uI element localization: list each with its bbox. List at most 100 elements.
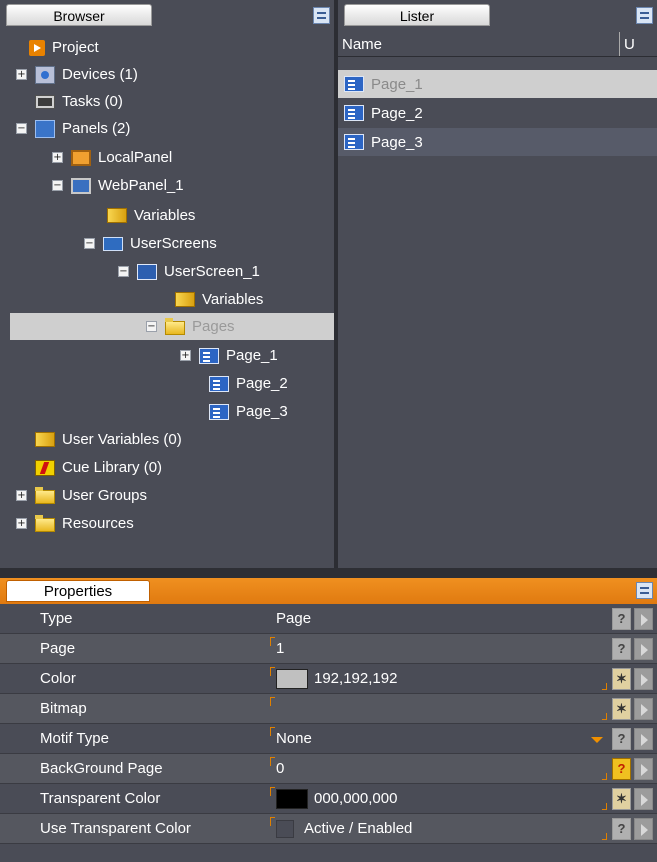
arrow-right-icon[interactable]: [634, 728, 653, 750]
property-row-bitmap[interactable]: Bitmap ✶: [0, 694, 657, 724]
arrow-right-icon[interactable]: [634, 698, 653, 720]
expand-icon[interactable]: +: [52, 152, 63, 163]
expand-icon[interactable]: +: [16, 518, 27, 529]
property-row-motif-type[interactable]: Motif Type None ?: [0, 724, 657, 754]
tree-item-user-variables[interactable]: User Variables (0): [16, 426, 182, 453]
wand-icon[interactable]: ✶: [612, 788, 631, 810]
tree-item-tasks[interactable]: Tasks (0): [16, 88, 123, 115]
horizontal-splitter[interactable]: [0, 568, 657, 578]
property-row-transparent-color[interactable]: Transparent Color 000,000,000 ✶: [0, 784, 657, 814]
help-icon[interactable]: ?: [612, 818, 631, 840]
help-icon[interactable]: ?: [612, 728, 631, 750]
list-item[interactable]: Page_2: [338, 99, 657, 127]
tree-item-page-3[interactable]: Page_3: [190, 398, 288, 425]
expand-icon[interactable]: +: [16, 69, 27, 80]
page-icon: [209, 403, 229, 420]
tree-item-cue-library[interactable]: Cue Library (0): [16, 454, 162, 481]
tree-item-user-groups[interactable]: + User Groups: [16, 482, 147, 509]
checkbox[interactable]: [276, 820, 294, 838]
browser-options-icon[interactable]: [313, 7, 330, 24]
color-value: 192,192,192: [314, 670, 398, 687]
corner-mark: [270, 817, 275, 826]
property-value[interactable]: 0: [276, 754, 284, 784]
column-name[interactable]: Name: [338, 32, 620, 56]
wand-icon[interactable]: ✶: [612, 698, 631, 720]
property-value[interactable]: Page: [276, 604, 311, 634]
tree-item-resources[interactable]: + Resources: [16, 510, 134, 537]
property-row-background-page[interactable]: BackGround Page 0 ?: [0, 754, 657, 784]
property-name: Bitmap: [40, 700, 87, 717]
wand-icon[interactable]: ✶: [612, 668, 631, 690]
tree-item-pages[interactable]: − Pages: [10, 313, 334, 340]
tree-item-label: Variables: [134, 207, 196, 224]
tree-item-userscreens[interactable]: − UserScreens: [84, 230, 217, 257]
tree-item-label: Cue Library (0): [62, 459, 163, 476]
lister-header: Lister: [338, 0, 657, 30]
tree-item-label: Panels (2): [62, 120, 131, 137]
lister-tab[interactable]: Lister: [344, 4, 490, 26]
list-item[interactable]: Page_1: [338, 70, 657, 98]
collapse-icon[interactable]: −: [16, 123, 27, 134]
property-value[interactable]: 192,192,192: [276, 664, 397, 694]
tree-item-panels[interactable]: − Panels (2): [16, 115, 130, 142]
tree-item-project[interactable]: Project: [10, 34, 99, 61]
property-row-type[interactable]: Type Page ?: [0, 604, 657, 634]
browser-tab[interactable]: Browser: [6, 4, 152, 26]
expand-icon[interactable]: +: [180, 350, 191, 361]
help-icon[interactable]: ?: [612, 608, 631, 630]
tree-item-localpanel[interactable]: + LocalPanel: [52, 144, 172, 171]
properties-tab[interactable]: Properties: [6, 580, 150, 602]
tree-item-page-2[interactable]: Page_2: [190, 370, 288, 397]
motif-type-select[interactable]: None: [276, 724, 312, 754]
devices-icon: [35, 65, 55, 84]
tree-item-webpanel[interactable]: − WebPanel_1: [52, 172, 184, 199]
help-icon[interactable]: ?: [612, 758, 631, 780]
tree-item-label: Tasks (0): [62, 93, 123, 110]
tree-item-label: Devices (1): [62, 66, 138, 83]
tree-item-label: Page_3: [236, 403, 288, 420]
tree-item-page-1[interactable]: + Page_1: [180, 342, 278, 369]
arrow-right-icon[interactable]: [634, 818, 653, 840]
tree-item-devices[interactable]: + Devices (1): [16, 61, 138, 88]
properties-options-icon[interactable]: [636, 582, 653, 599]
property-value[interactable]: Active / Enabled: [276, 814, 412, 844]
page-icon: [199, 347, 219, 364]
property-value[interactable]: 1: [276, 634, 284, 664]
list-item[interactable]: Page_3: [338, 128, 657, 156]
corner-mark: [602, 773, 607, 780]
arrow-right-icon[interactable]: [634, 608, 653, 630]
collapse-icon[interactable]: −: [84, 238, 95, 249]
property-value[interactable]: 000,000,000: [276, 784, 397, 814]
column-u[interactable]: U: [620, 36, 635, 53]
corner-mark: [602, 683, 607, 690]
arrow-right-icon[interactable]: [634, 638, 653, 660]
tree-item-variables[interactable]: Variables: [88, 202, 195, 229]
tree-item-userscreen-1[interactable]: − UserScreen_1: [118, 258, 260, 285]
browser-header: Browser: [0, 0, 334, 30]
help-icon[interactable]: ?: [612, 638, 631, 660]
lister-options-icon[interactable]: [636, 7, 653, 24]
arrow-right-icon[interactable]: [634, 788, 653, 810]
tree-item-variables-2[interactable]: Variables: [156, 286, 263, 313]
list-item-label: Page_3: [371, 133, 423, 151]
arrow-right-icon[interactable]: [634, 668, 653, 690]
tree-item-label: UserScreen_1: [164, 263, 260, 280]
property-name: BackGround Page: [40, 760, 163, 777]
web-panel-icon: [71, 177, 91, 194]
color-swatch[interactable]: [276, 669, 308, 689]
property-row-page[interactable]: Page 1 ?: [0, 634, 657, 664]
tree-item-label: LocalPanel: [98, 149, 173, 166]
property-row-color[interactable]: Color 192,192,192 ✶: [0, 664, 657, 694]
collapse-icon[interactable]: −: [52, 180, 63, 191]
corner-mark: [602, 833, 607, 840]
dropdown-arrow-icon[interactable]: [591, 737, 603, 743]
color-swatch[interactable]: [276, 789, 308, 809]
property-row-use-transparent-color[interactable]: Use Transparent Color Active / Enabled ?: [0, 814, 657, 844]
tree-item-label: User Variables (0): [62, 431, 182, 448]
expand-icon[interactable]: +: [16, 490, 27, 501]
page-icon: [344, 134, 364, 150]
arrow-right-icon[interactable]: [634, 758, 653, 780]
property-name: Type: [40, 610, 73, 627]
collapse-icon[interactable]: −: [146, 321, 157, 332]
collapse-icon[interactable]: −: [118, 266, 129, 277]
